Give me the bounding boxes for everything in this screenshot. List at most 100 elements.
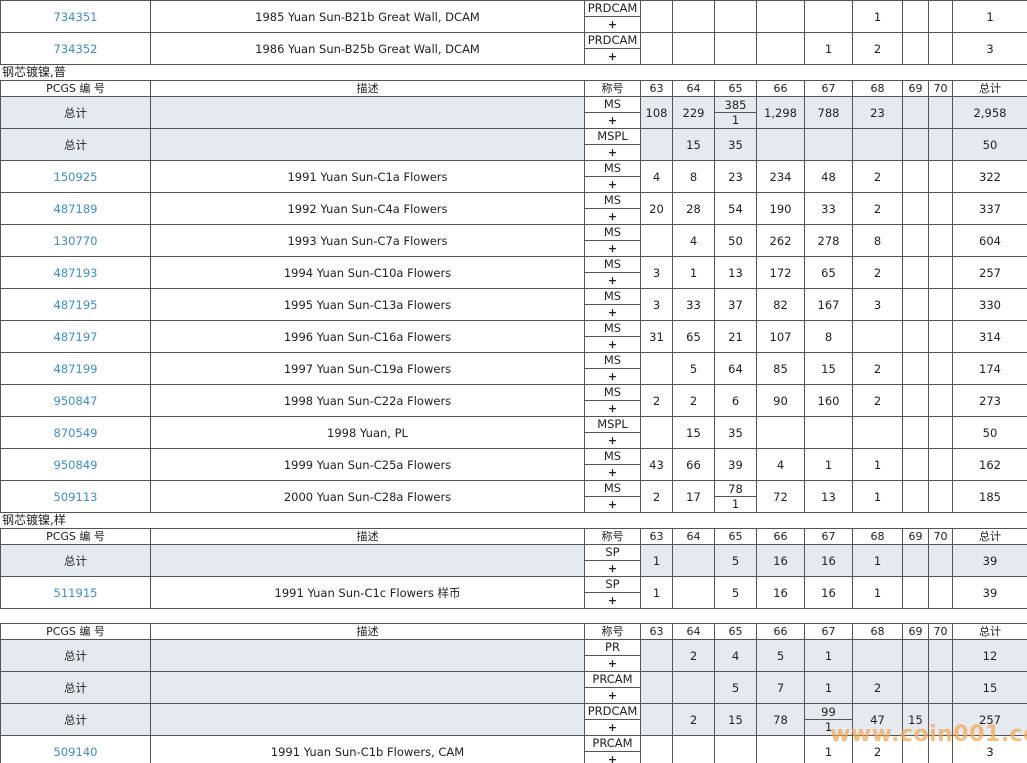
grade-count-cell: 4 (640, 160, 673, 193)
grade-count-cell: 2 (672, 639, 715, 672)
pcgs-number-cell[interactable]: 487197 (0, 320, 151, 353)
pcgs-number-cell[interactable]: 487195 (0, 288, 151, 321)
grade-count-cell (928, 416, 953, 449)
pcgs-number-cell[interactable]: 487189 (0, 192, 151, 225)
pcgs-number-link[interactable]: 734351 (54, 10, 98, 24)
pcgs-number-cell[interactable]: 511915 (0, 576, 151, 609)
grade-count-cell (902, 128, 929, 161)
pcgs-number-link[interactable]: 487193 (54, 266, 98, 280)
grade-count-cell: 4 (672, 224, 715, 257)
pcgs-number-link[interactable]: 734352 (54, 42, 98, 56)
coin-description (150, 544, 585, 577)
grade-count-cell (640, 671, 673, 704)
header-total: 总计 (952, 80, 1027, 97)
pcgs-number-link[interactable]: 487199 (54, 362, 98, 376)
pcgs-number-cell[interactable]: 870549 (0, 416, 151, 449)
section-label: 钢芯镀镍,样 (2, 513, 66, 527)
header-grade: 70 (928, 528, 953, 545)
grade-count-cell (852, 416, 903, 449)
coin-description: 1991 Yuan Sun-C1b Flowers, CAM (150, 735, 585, 763)
header-grade: 64 (672, 623, 715, 640)
designation-label: PRDCAM (585, 34, 640, 49)
header-description: 描述 (150, 528, 585, 545)
grade-count-cell: 8 (852, 224, 903, 257)
plus-grade-label: + (607, 401, 618, 415)
plus-grade-count: 1 (824, 720, 833, 734)
pcgs-number-cell[interactable]: 950849 (0, 448, 151, 481)
grade-count-cell: 23 (852, 96, 903, 129)
pcgs-number-link[interactable]: 509140 (54, 745, 98, 759)
pcgs-number-link[interactable]: 509113 (54, 490, 98, 504)
grade-count-cell: 385 1 (714, 96, 757, 129)
header-grade: 66 (756, 528, 805, 545)
grade-count-cell (928, 703, 953, 736)
designation-cell: PRDCAM + (584, 32, 641, 65)
designation-cell: MS + (584, 256, 641, 289)
pcgs-number-cell[interactable]: 487199 (0, 352, 151, 385)
grade-count-cell (902, 256, 929, 289)
grade-count-cell: 16 (756, 576, 805, 609)
grade-count-cell: 2 (852, 384, 903, 417)
pcgs-number-cell[interactable]: 734351 (0, 0, 151, 33)
header-description: 描述 (150, 623, 585, 640)
pcgs-number-link[interactable]: 150925 (54, 170, 98, 184)
grade-count-cell (902, 735, 929, 763)
grade-count-cell: 234 (756, 160, 805, 193)
grade-count-cell (902, 480, 929, 513)
grade-count-cell: 23 (714, 160, 757, 193)
grade-count-cell: 33 (804, 192, 853, 225)
grade-count-cell (928, 639, 953, 672)
grade-count-cell: 15 (672, 416, 715, 449)
designation-cell: MS + (584, 448, 641, 481)
grade-count-cell: 278 (804, 224, 853, 257)
pcgs-number-link[interactable]: 870549 (54, 426, 98, 440)
table-row: 950849 1999 Yuan Sun-C25a Flowers MS +43 66 3… (0, 448, 1027, 481)
pcgs-number-cell[interactable]: 130770 (0, 224, 151, 257)
pcgs-number-cell[interactable]: 950847 (0, 384, 151, 417)
pcgs-number-link[interactable]: 950849 (54, 458, 98, 472)
coin-description: 1991 Yuan Sun-C1c Flowers 样币 (150, 576, 585, 609)
designation-label: PR (585, 641, 640, 656)
pcgs-number-link[interactable]: 487197 (54, 330, 98, 344)
grade-count-cell: 1 (852, 480, 903, 513)
table-header-row: PCGS 编 号描述 称号 63 64 65 66 67 68 69 70 总计 (0, 528, 1027, 545)
grade-count-cell: 20 (640, 192, 673, 225)
header-grade: 70 (928, 623, 953, 640)
grade-count-cell (852, 128, 903, 161)
pcgs-number-cell[interactable]: 509113 (0, 480, 151, 513)
header-grade: 66 (756, 623, 805, 640)
designation-cell: MSPL + (584, 416, 641, 449)
pcgs-number-link[interactable]: 950847 (54, 394, 98, 408)
total-row: 总计 MS +108 229 385 1 1,298 788 23 2,958 (0, 96, 1027, 129)
pcgs-number-link[interactable]: 511915 (54, 586, 98, 600)
pcgs-number-link[interactable]: 487195 (54, 298, 98, 312)
grade-count-cell (928, 96, 953, 129)
pcgs-number-link[interactable]: 130770 (54, 234, 98, 248)
plus-grade-label: + (607, 305, 618, 319)
designation-cell: MS + (584, 384, 641, 417)
row-total-cell: 39 (952, 544, 1027, 577)
grade-count-cell (902, 576, 929, 609)
plus-grade-label: + (607, 209, 618, 223)
table-row: 509140 1991 Yuan Sun-C1b Flowers, CAM PRCA… (0, 735, 1027, 763)
grade-count-cell: 17 (672, 480, 715, 513)
grade-count-cell: 108 (640, 96, 673, 129)
designation-label: PRCAM (585, 673, 640, 688)
header-pcgs-no: PCGS 编 号 (0, 80, 151, 97)
header-grade: 69 (902, 528, 929, 545)
grade-count-cell (672, 544, 715, 577)
pcgs-number-cell[interactable]: 487193 (0, 256, 151, 289)
pcgs-number-cell[interactable]: 509140 (0, 735, 151, 763)
grade-count-cell: 65 (804, 256, 853, 289)
grade-count-cell: 1 (852, 0, 903, 33)
pcgs-number-link[interactable]: 487189 (54, 202, 98, 216)
grade-count-cell: 21 (714, 320, 757, 353)
total-row: 总计 SP +1 5 16 16 1 39 (0, 544, 1027, 577)
plus-grade-label: + (607, 656, 618, 670)
population-sections: 734351 1985 Yuan Sun-B21b Great Wall, DCA… (0, 0, 1027, 763)
pcgs-number-cell[interactable]: 150925 (0, 160, 151, 193)
pcgs-number-cell[interactable]: 734352 (0, 32, 151, 65)
row-total-cell: 12 (952, 639, 1027, 672)
grade-count-cell (928, 671, 953, 704)
